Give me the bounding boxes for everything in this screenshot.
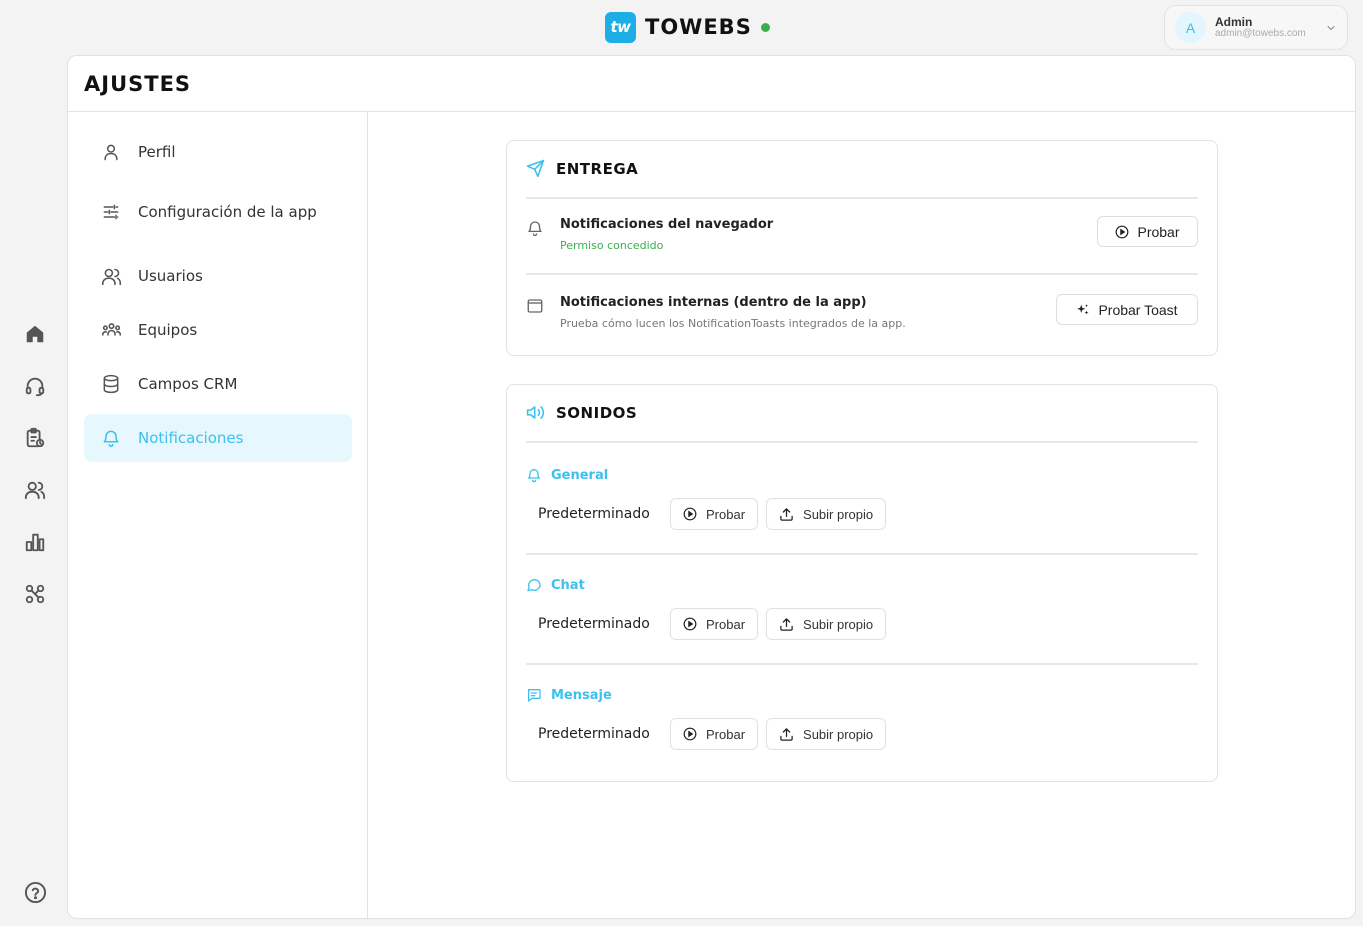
settings-nav: Perfil Configuración de la app Usuarios … <box>68 112 368 918</box>
sound-value: Predeterminado <box>538 506 650 522</box>
play-circle-icon <box>683 617 697 631</box>
divider <box>526 441 1198 443</box>
sound-group-general: General <box>526 467 608 483</box>
upload-icon <box>779 727 794 742</box>
upload-sound-button[interactable]: Subir propio <box>766 498 887 530</box>
database-icon <box>84 374 138 394</box>
play-circle-icon <box>1115 225 1129 239</box>
window-icon <box>526 297 544 315</box>
sound-row-mensaje: Predeterminado Probar Subir propio <box>538 718 894 750</box>
test-browser-label: Probar <box>1137 223 1180 240</box>
internal-notifications-desc: Prueba cómo lucen los NotificationToasts… <box>560 317 906 330</box>
user-email: admin@towebs.com <box>1215 27 1306 39</box>
home-icon[interactable] <box>22 321 48 347</box>
divider <box>526 197 1198 199</box>
nav-item-label: Perfil <box>138 143 176 161</box>
test-toast-label: Probar Toast <box>1098 301 1178 318</box>
bell-icon <box>526 467 542 483</box>
sound-group-chat: Chat <box>526 577 585 593</box>
headset-icon[interactable] <box>22 373 48 399</box>
internal-notifications-title: Notificaciones internas (dentro de la ap… <box>560 295 867 310</box>
delivery-panel: ENTREGA Notificaciones del navegador Per… <box>506 140 1218 356</box>
brand-name: TOWEBS <box>645 15 752 39</box>
avatar: A <box>1175 12 1206 43</box>
clipboard-icon[interactable] <box>22 425 48 451</box>
upload-sound-button[interactable]: Subir propio <box>766 718 887 750</box>
test-browser-button[interactable]: Probar <box>1097 216 1198 247</box>
nav-item-notificaciones[interactable]: Notificaciones <box>84 414 352 462</box>
sound-row-chat: Predeterminado Probar Subir propio <box>538 608 894 640</box>
divider <box>526 553 1198 555</box>
play-circle-icon <box>683 507 697 521</box>
nav-item-label: Campos CRM <box>138 375 238 393</box>
send-icon <box>526 159 545 178</box>
nav-item-label: Equipos <box>138 321 198 339</box>
upload-sound-label: Subir propio <box>803 616 874 632</box>
nav-item-config[interactable]: Configuración de la app <box>84 186 352 238</box>
sound-value: Predeterminado <box>538 616 650 632</box>
delivery-title: ENTREGA <box>556 159 639 178</box>
sparkles-icon <box>1076 303 1090 317</box>
nav-item-label: Configuración de la app <box>138 203 317 221</box>
upload-sound-label: Subir propio <box>803 506 874 522</box>
test-sound-button[interactable]: Probar <box>670 498 759 530</box>
chevron-down-icon <box>1325 22 1337 34</box>
user-name: Admin <box>1215 14 1253 29</box>
sound-group-mensaje: Mensaje <box>526 687 612 703</box>
nav-item-usuarios[interactable]: Usuarios <box>84 260 352 292</box>
users-icon[interactable] <box>22 477 48 503</box>
integrations-icon[interactable] <box>22 581 48 607</box>
help-icon[interactable] <box>22 879 48 905</box>
nav-item-label: Notificaciones <box>138 429 244 447</box>
teams-icon <box>84 320 138 341</box>
upload-icon <box>779 617 794 632</box>
users-icon <box>84 266 138 287</box>
test-sound-label: Probar <box>706 506 746 522</box>
sounds-title: SONIDOS <box>556 403 638 422</box>
page-header: AJUSTES <box>68 56 1355 112</box>
test-sound-label: Probar <box>706 726 746 742</box>
chat-icon <box>526 577 542 593</box>
sound-value: Predeterminado <box>538 726 650 742</box>
test-sound-button[interactable]: Probar <box>670 718 759 750</box>
sound-group-label: General <box>551 467 609 483</box>
upload-icon <box>779 507 794 522</box>
brand-logo: tw <box>605 11 636 43</box>
test-sound-label: Probar <box>706 616 746 632</box>
bell-icon <box>526 219 544 237</box>
browser-notifications-title: Notificaciones del navegador <box>560 217 774 232</box>
sound-row-general: Predeterminado Probar Subir propio <box>538 498 894 530</box>
bell-icon <box>84 428 138 448</box>
settings-card: AJUSTES Perfil Configuración de la app U… <box>67 55 1356 919</box>
volume-icon <box>526 403 545 422</box>
brand: tw TOWEBS <box>605 11 770 43</box>
upload-sound-label: Subir propio <box>803 726 874 742</box>
test-sound-button[interactable]: Probar <box>670 608 759 640</box>
divider <box>526 273 1198 275</box>
permission-status: Permiso concedido <box>560 239 664 252</box>
user-menu[interactable]: A Admin admin@towebs.com <box>1164 5 1348 50</box>
status-dot <box>760 22 770 32</box>
nav-item-campos-crm[interactable]: Campos CRM <box>84 368 352 400</box>
sound-group-label: Mensaje <box>551 687 612 703</box>
sounds-panel: SONIDOS General Predeterminado Probar Su… <box>506 384 1218 782</box>
divider <box>526 663 1198 665</box>
message-icon <box>526 687 542 703</box>
page-title: AJUSTES <box>84 71 192 96</box>
sliders-icon <box>84 202 138 222</box>
nav-item-equipos[interactable]: Equipos <box>84 314 352 346</box>
test-toast-button[interactable]: Probar Toast <box>1056 294 1198 325</box>
upload-sound-button[interactable]: Subir propio <box>766 608 887 640</box>
nav-item-perfil[interactable]: Perfil <box>84 136 352 168</box>
user-icon <box>84 142 138 162</box>
chart-icon[interactable] <box>22 529 48 555</box>
nav-item-label: Usuarios <box>138 267 203 285</box>
sound-group-label: Chat <box>551 577 585 593</box>
play-circle-icon <box>683 727 697 741</box>
